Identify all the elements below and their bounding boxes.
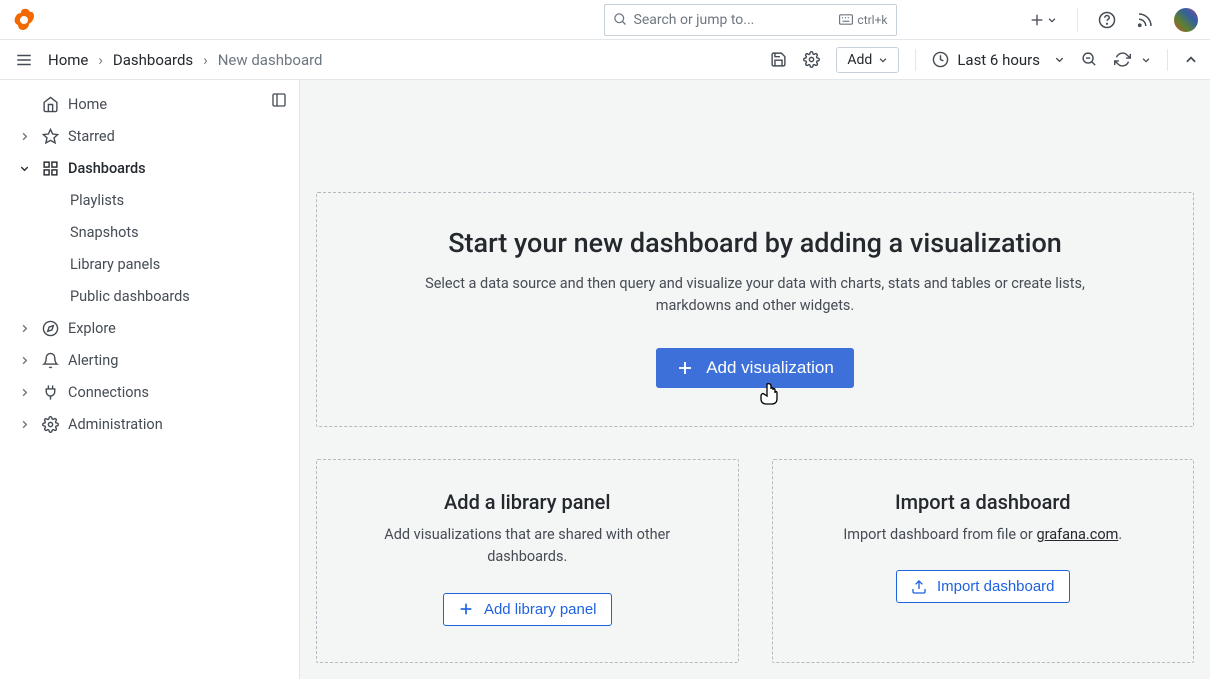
- divider: [1077, 8, 1078, 32]
- search-icon: [613, 12, 628, 27]
- hero-title: Start your new dashboard by adding a vis…: [337, 227, 1173, 259]
- chevron-down-icon: [878, 55, 888, 65]
- help-icon: [1098, 11, 1116, 29]
- home-icon: [40, 96, 60, 113]
- sidebar-item-explore[interactable]: Explore: [0, 312, 299, 344]
- plus-icon: [1029, 12, 1045, 28]
- search-shortcut: ctrl+k: [839, 13, 887, 27]
- chevron-right-icon: [16, 323, 32, 334]
- library-card-title: Add a library panel: [337, 490, 718, 514]
- hamburger-icon: [15, 51, 33, 69]
- import-dashboard-button[interactable]: Import dashboard: [896, 570, 1070, 603]
- search-input[interactable]: Search or jump to... ctrl+k: [604, 4, 897, 36]
- news-button[interactable]: [1136, 11, 1154, 29]
- menu-toggle[interactable]: [12, 51, 36, 69]
- new-menu[interactable]: [1029, 12, 1057, 28]
- sidebar-item-connections[interactable]: Connections: [0, 376, 299, 408]
- chevron-up-icon: [1184, 53, 1198, 67]
- chevron-right-icon: [16, 419, 32, 430]
- add-visualization-panel: Start your new dashboard by adding a vis…: [316, 192, 1194, 427]
- gear-icon: [40, 416, 60, 433]
- chevron-right-icon: [16, 387, 32, 398]
- chevron-down-icon: [1141, 55, 1151, 65]
- library-panel-card: Add a library panel Add visualizations t…: [316, 459, 739, 663]
- dashboard-icon: [40, 160, 60, 177]
- search-placeholder: Search or jump to...: [634, 12, 840, 28]
- breadcrumb: Home › Dashboards › New dashboard: [48, 51, 323, 69]
- save-icon: [770, 51, 787, 68]
- sidebar-item-playlists[interactable]: Playlists: [70, 184, 299, 216]
- content-area: Start your new dashboard by adding a vis…: [300, 80, 1210, 679]
- gear-icon: [803, 51, 820, 68]
- breadcrumb-separator: ›: [203, 51, 208, 69]
- chevron-right-icon: [16, 131, 32, 142]
- help-button[interactable]: [1098, 11, 1116, 29]
- sidebar-item-alerting[interactable]: Alerting: [0, 344, 299, 376]
- bell-icon: [40, 352, 60, 369]
- breadcrumb-dashboards[interactable]: Dashboards: [113, 51, 193, 69]
- sidebar-collapse-button[interactable]: [271, 92, 287, 108]
- add-visualization-button[interactable]: Add visualization: [656, 348, 854, 388]
- grafana-com-link[interactable]: grafana.com: [1036, 526, 1118, 543]
- sidebar-item-starred[interactable]: Starred: [0, 120, 299, 152]
- sidebar: Home Starred Dashboards Playlists Snapsh…: [0, 80, 300, 679]
- rss-icon: [1136, 11, 1154, 29]
- time-picker[interactable]: Last 6 hours: [932, 51, 1065, 69]
- collapse-toolbar-button[interactable]: [1184, 53, 1198, 67]
- breadcrumb-separator: ›: [98, 51, 103, 69]
- divider: [915, 49, 916, 71]
- clock-icon: [932, 51, 949, 68]
- chevron-down-icon: [1047, 15, 1057, 25]
- import-card-subtitle: Import dashboard from file or grafana.co…: [823, 524, 1143, 546]
- cursor-icon: [760, 383, 778, 405]
- sidebar-item-public-dashboards[interactable]: Public dashboards: [70, 280, 299, 312]
- compass-icon: [40, 320, 60, 337]
- divider: [1167, 49, 1168, 71]
- sidebar-item-library-panels[interactable]: Library panels: [70, 248, 299, 280]
- zoom-out-button[interactable]: [1081, 51, 1098, 68]
- library-card-subtitle: Add visualizations that are shared with …: [367, 524, 687, 569]
- add-panel-button[interactable]: Add: [836, 47, 899, 73]
- breadcrumb-home[interactable]: Home: [48, 51, 88, 69]
- chevron-down-icon: [1054, 54, 1065, 65]
- plug-icon: [40, 384, 60, 401]
- chevron-down-icon: [16, 163, 32, 174]
- sidebar-item-dashboards[interactable]: Dashboards: [0, 152, 299, 184]
- user-avatar[interactable]: [1174, 8, 1198, 32]
- breadcrumb-current: New dashboard: [218, 51, 323, 69]
- refresh-button[interactable]: [1114, 51, 1151, 68]
- grafana-logo[interactable]: [12, 8, 36, 32]
- star-icon: [40, 128, 60, 145]
- zoom-out-icon: [1081, 51, 1098, 68]
- sidebar-icon: [271, 92, 287, 108]
- save-button[interactable]: [770, 51, 787, 68]
- import-dashboard-card: Import a dashboard Import dashboard from…: [772, 459, 1195, 663]
- keyboard-icon: [839, 14, 853, 25]
- sidebar-item-snapshots[interactable]: Snapshots: [70, 216, 299, 248]
- plus-icon: [676, 359, 694, 377]
- hero-subtitle: Select a data source and then query and …: [405, 273, 1105, 318]
- refresh-icon: [1114, 51, 1131, 68]
- import-card-title: Import a dashboard: [793, 490, 1174, 514]
- sidebar-item-administration[interactable]: Administration: [0, 408, 299, 440]
- sidebar-item-home[interactable]: Home: [0, 88, 299, 120]
- add-library-panel-button[interactable]: Add library panel: [443, 593, 612, 626]
- settings-button[interactable]: [803, 51, 820, 68]
- plus-icon: [458, 601, 474, 617]
- chevron-right-icon: [16, 355, 32, 366]
- upload-icon: [911, 579, 927, 595]
